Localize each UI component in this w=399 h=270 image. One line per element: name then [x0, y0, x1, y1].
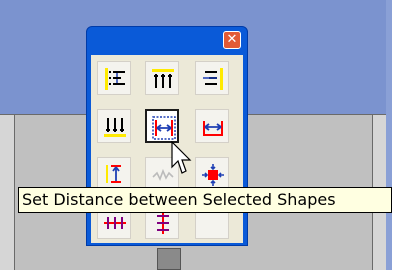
distance-icon	[203, 121, 223, 136]
align-right-tool[interactable]	[195, 61, 229, 95]
align-left-tool[interactable]	[97, 61, 131, 95]
distance-vertical-tool[interactable]	[97, 157, 131, 191]
scroll-thumb[interactable]	[157, 248, 181, 270]
page-left-edge	[14, 115, 15, 270]
align-top-tool[interactable]	[145, 61, 179, 95]
align-right-icon	[203, 68, 223, 90]
distribute-vertical-icon	[157, 212, 169, 234]
align-top-icon	[152, 69, 174, 88]
expand-icon	[202, 164, 224, 186]
expand-tool[interactable]	[195, 157, 229, 191]
toolbox-client	[91, 55, 243, 243]
distribute-horizontal-icon	[104, 217, 126, 229]
align-left-icon	[105, 68, 125, 90]
right-edge	[386, 0, 392, 270]
distance-right-tool[interactable]	[195, 109, 229, 143]
close-button[interactable]: ✕	[223, 31, 241, 49]
align-bottom-icon	[104, 118, 126, 137]
set-distance-icon	[152, 116, 176, 140]
mouse-cursor-icon	[171, 141, 192, 174]
distance-vertical-icon	[106, 165, 121, 183]
title-bar[interactable]: ✕	[87, 27, 247, 53]
alignment-toolbox-window[interactable]: ✕	[86, 26, 248, 246]
set-distance-tool[interactable]	[145, 109, 179, 143]
close-icon: ✕	[226, 32, 238, 47]
tooltip-text: Set Distance between Selected Shapes	[22, 190, 336, 209]
align-bottom-tool[interactable]	[97, 109, 131, 143]
page-left-band	[0, 115, 14, 270]
tooltip: Set Distance between Selected Shapes	[18, 187, 392, 213]
